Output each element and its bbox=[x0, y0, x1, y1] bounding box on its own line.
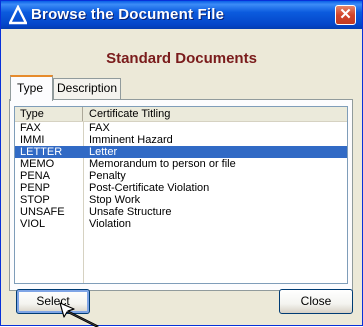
row-title: FAX bbox=[89, 122, 110, 134]
row-type: FAX bbox=[20, 122, 41, 134]
list-rows: FAX FAX IMMI Imminent Hazard LETTER Letter … bbox=[15, 122, 347, 230]
close-button[interactable]: Close bbox=[279, 289, 353, 314]
row-type: LETTER bbox=[20, 146, 63, 158]
row-title: Letter bbox=[89, 146, 118, 158]
list-header: Type Certificate Titling bbox=[15, 107, 347, 122]
list-row[interactable]: MEMO Memorandum to person or file bbox=[15, 158, 347, 170]
window-title: Browse the Document File bbox=[31, 6, 225, 23]
list-row[interactable]: FAX FAX bbox=[15, 122, 347, 134]
row-title: Unsafe Structure bbox=[89, 206, 172, 218]
list-row[interactable]: PENA Penalty bbox=[15, 170, 347, 182]
row-type: VIOL bbox=[20, 218, 46, 230]
dialog-heading: Standard Documents bbox=[106, 50, 257, 67]
row-type: MEMO bbox=[20, 158, 55, 170]
row-type: STOP bbox=[20, 194, 50, 206]
row-title: Penalty bbox=[89, 170, 126, 182]
tab-description[interactable]: Description bbox=[53, 78, 121, 99]
row-type: IMMI bbox=[20, 134, 45, 146]
list-row[interactable]: PENP Post-Certificate Violation bbox=[15, 182, 347, 194]
row-title: Memorandum to person or file bbox=[89, 158, 236, 170]
document-list[interactable]: Type Certificate Titling FAX FAX IMMI Immi… bbox=[14, 106, 348, 284]
tab-type[interactable]: Type bbox=[10, 75, 53, 101]
column-header-certificate-titling[interactable]: Certificate Titling bbox=[83, 107, 347, 121]
list-row[interactable]: IMMI Imminent Hazard bbox=[15, 134, 347, 146]
close-window-button[interactable]: ✕ bbox=[335, 5, 356, 25]
row-type: PENP bbox=[20, 182, 50, 194]
row-type: PENA bbox=[20, 170, 50, 182]
list-row[interactable]: VIOL Violation bbox=[15, 218, 347, 230]
mouse-pointer-icon bbox=[59, 302, 99, 327]
title-bar[interactable]: Browse the Document File ✕ bbox=[1, 1, 362, 29]
list-row[interactable]: UNSAFE Unsafe Structure bbox=[15, 206, 347, 218]
list-row-selected[interactable]: LETTER Letter bbox=[15, 146, 347, 158]
column-header-type[interactable]: Type bbox=[15, 107, 83, 121]
list-row[interactable]: STOP Stop Work bbox=[15, 194, 347, 206]
row-title: Imminent Hazard bbox=[89, 134, 173, 146]
delta-icon bbox=[9, 5, 27, 25]
row-title: Stop Work bbox=[89, 194, 141, 206]
close-icon: ✕ bbox=[339, 6, 352, 23]
row-title: Post-Certificate Violation bbox=[89, 182, 210, 194]
row-type: UNSAFE bbox=[20, 206, 65, 218]
row-title: Violation bbox=[89, 218, 131, 230]
